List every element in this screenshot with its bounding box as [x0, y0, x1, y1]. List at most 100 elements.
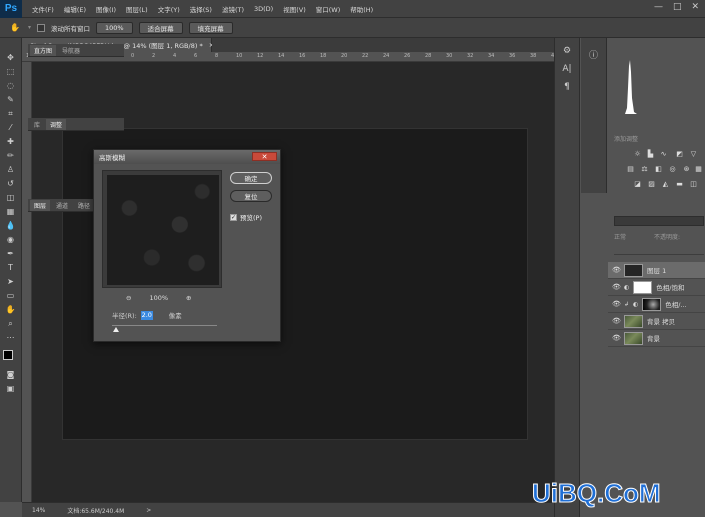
layer-filter-bar[interactable] [614, 216, 704, 226]
zoom-in-icon[interactable]: ⊕ [186, 294, 191, 302]
preview-checkbox-row[interactable]: ✓ 预览(P) [230, 212, 262, 222]
channel-mixer-icon[interactable]: ⊛ [682, 165, 691, 173]
gradient-map-icon[interactable]: ▬ [675, 180, 684, 188]
fill-screen-button[interactable]: 填充屏幕 [188, 21, 233, 34]
crop-tool-icon[interactable]: ⌗ [4, 108, 18, 119]
opacity-label[interactable]: 不透明度: [654, 232, 680, 241]
type-tool-icon[interactable]: T [4, 262, 18, 273]
tool-preset-chevron-icon[interactable]: ▾ [28, 24, 31, 31]
tab-histogram[interactable]: 直方图 [30, 45, 57, 56]
tab-paths[interactable]: 路径 [74, 200, 94, 211]
layer-row[interactable]: 👁 图层 1 [608, 262, 705, 279]
info-panel-icon[interactable]: ⓘ [589, 48, 598, 61]
foreground-color-swatch[interactable] [2, 350, 13, 360]
visibility-eye-icon[interactable]: 👁 [612, 300, 621, 308]
layer-row[interactable]: 👁 背景 [608, 330, 705, 347]
color-balance-icon[interactable]: ⚖ [640, 165, 649, 173]
menu-select[interactable]: 选择(S) [190, 4, 212, 14]
tab-adjustments[interactable]: 调整 [46, 119, 67, 130]
layer-row[interactable]: 👁 背景 拷贝 [608, 313, 705, 330]
radius-slider-track[interactable] [112, 325, 217, 326]
ok-button[interactable]: 确定 [230, 172, 272, 184]
reset-button[interactable]: 复位 [230, 190, 272, 202]
fit-screen-button[interactable]: 适合屏幕 [138, 21, 183, 34]
status-zoom[interactable]: 14% [32, 507, 45, 514]
eraser-tool-icon[interactable]: ◫ [4, 192, 18, 203]
more-tools-icon[interactable]: ⋯ [4, 332, 18, 343]
path-select-tool-icon[interactable]: ➤ [4, 276, 18, 287]
black-white-icon[interactable]: ◧ [654, 165, 663, 173]
invert-icon[interactable]: ◪ [633, 180, 642, 188]
lasso-tool-icon[interactable]: ◌ [4, 80, 18, 91]
menu-edit[interactable]: 编辑(E) [64, 4, 86, 14]
scroll-all-windows-checkbox[interactable] [37, 23, 46, 32]
visibility-eye-icon[interactable]: 👁 [612, 283, 621, 291]
blur-tool-icon[interactable]: 💧 [4, 220, 18, 231]
exposure-icon[interactable]: ◩ [675, 150, 684, 158]
tab-layers[interactable]: 图层 [30, 200, 51, 211]
quick-select-tool-icon[interactable]: ✎ [4, 94, 18, 105]
zoom-tool-icon[interactable]: ⌕ [4, 318, 18, 329]
selective-color-icon[interactable]: ◫ [689, 180, 698, 188]
tab-channels[interactable]: 通道 [52, 200, 72, 211]
move-tool-icon[interactable]: ✥ [4, 52, 18, 63]
hand-tool-icon: ✋ [10, 22, 20, 32]
photo-filter-icon[interactable]: ◎ [668, 165, 677, 173]
menu-window[interactable]: 窗口(W) [316, 4, 341, 14]
hand-tool-icon[interactable]: ✋ [4, 304, 18, 315]
brush-tool-icon[interactable]: ✏ [4, 150, 18, 161]
ruler-tick-label: 0 [131, 53, 135, 59]
history-brush-tool-icon[interactable]: ↺ [4, 178, 18, 189]
visibility-eye-icon[interactable]: 👁 [612, 317, 621, 325]
vibrance-icon[interactable]: ▽ [689, 150, 698, 158]
layer-row[interactable]: 👁 ◐ 色相/饱和 [608, 279, 705, 296]
color-lookup-icon[interactable]: ▦ [694, 165, 703, 173]
visibility-eye-icon[interactable]: 👁 [612, 266, 621, 274]
menu-type[interactable]: 文字(Y) [158, 4, 180, 14]
brightness-icon[interactable]: ☼ [633, 150, 642, 158]
healing-brush-tool-icon[interactable]: ✚ [4, 136, 18, 147]
threshold-icon[interactable]: ◭ [661, 180, 670, 188]
radius-input[interactable]: 2.0 [140, 310, 153, 320]
tab-libraries[interactable]: 库 [30, 119, 44, 130]
color-swatches[interactable] [2, 350, 19, 366]
radius-slider-thumb[interactable] [113, 327, 120, 332]
preview-checkbox[interactable]: ✓ [230, 213, 237, 221]
shape-tool-icon[interactable]: ▭ [4, 290, 18, 301]
pen-tool-icon[interactable]: ✒ [4, 248, 18, 259]
menu-view[interactable]: 视图(V) [283, 4, 306, 14]
status-menu-arrow-icon[interactable]: > [146, 507, 151, 514]
maximize-button[interactable]: □ [673, 2, 682, 12]
menu-layer[interactable]: 图层(L) [126, 4, 148, 14]
marquee-tool-icon[interactable]: ⬚ [4, 66, 18, 77]
zoom-100-button[interactable]: 100% [96, 21, 133, 34]
dialog-titlebar[interactable]: 高斯模糊 ✕ [94, 150, 280, 164]
visibility-eye-icon[interactable]: 👁 [612, 334, 621, 342]
menu-help[interactable]: 帮助(H) [350, 4, 373, 14]
clone-stamp-tool-icon[interactable]: ♙ [4, 164, 18, 175]
eyedropper-tool-icon[interactable]: ⁄ [4, 122, 18, 133]
menu-file[interactable]: 文件(F) [32, 4, 54, 14]
screen-mode-icon[interactable]: ▣ [4, 383, 18, 394]
blur-preview-image[interactable] [107, 175, 219, 285]
menu-image[interactable]: 图像(I) [96, 4, 116, 14]
dodge-tool-icon[interactable]: ◉ [4, 234, 18, 245]
menu-filter[interactable]: 滤镜(T) [222, 4, 244, 14]
zoom-out-icon[interactable]: ⊖ [126, 294, 131, 302]
posterize-icon[interactable]: ▨ [647, 180, 656, 188]
properties-panel-icon[interactable]: ⚙ [563, 46, 571, 56]
hue-saturation-icon[interactable]: ▤ [626, 165, 635, 173]
layer-row[interactable]: 👁 ↲ ◐ 色相/... [608, 296, 705, 313]
character-panel-icon[interactable]: A| [562, 64, 571, 74]
blend-mode-select[interactable]: 正常 [614, 232, 626, 241]
tab-navigator[interactable]: 导航器 [58, 45, 84, 56]
dialog-close-button[interactable]: ✕ [252, 152, 277, 161]
gradient-tool-icon[interactable]: ▦ [4, 206, 18, 217]
levels-icon[interactable]: ▙ [646, 150, 655, 158]
curves-icon[interactable]: ∿ [659, 150, 668, 158]
close-window-button[interactable]: ✕ [691, 2, 699, 12]
menu-3d[interactable]: 3D(D) [254, 5, 273, 13]
quick-mask-icon[interactable]: ◙ [4, 369, 18, 380]
minimize-button[interactable]: — [654, 2, 663, 12]
paragraph-panel-icon[interactable]: ¶ [564, 82, 570, 92]
